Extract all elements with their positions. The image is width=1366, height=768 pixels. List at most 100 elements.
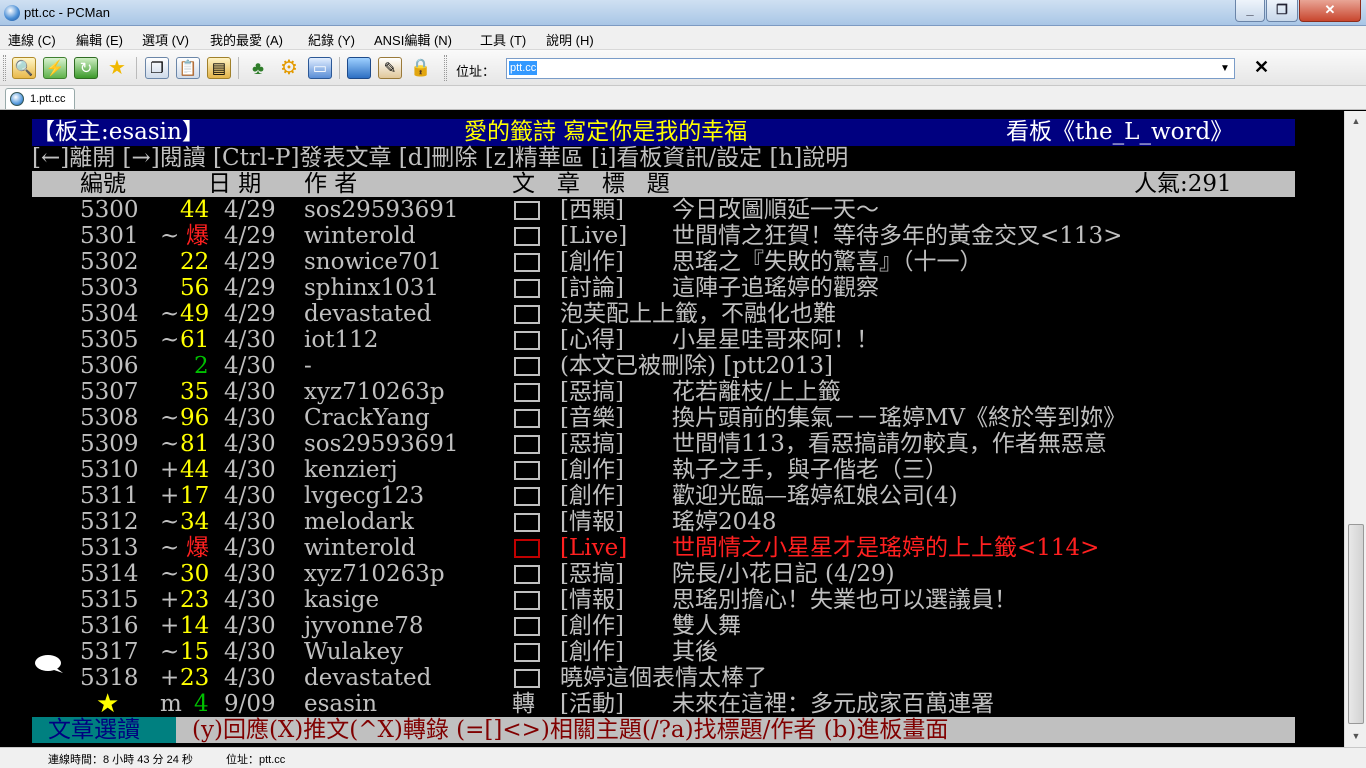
connection-time: 連線時間：8 小時 43 分 24 秒 [48, 754, 193, 766]
read-status-box [514, 357, 540, 376]
address-dropdown-icon[interactable]: ▼ [1218, 61, 1232, 76]
article-number: 5318 [80, 665, 139, 691]
article-date: 4/29 [224, 249, 276, 275]
article-author: esasin [304, 691, 378, 717]
menu-help[interactable]: 說明 (H) [546, 30, 594, 49]
article-category: [情報] [560, 587, 624, 613]
article-date: 4/30 [224, 561, 276, 587]
read-status-box [514, 201, 540, 220]
article-row[interactable]: 5306 2 4/30 - (本文已被刪除) [ptt2013] [0, 353, 1344, 379]
article-number: 5304 [80, 301, 139, 327]
menu-connection[interactable]: 連線 (C) [8, 30, 56, 49]
emoticon-icon[interactable]: ✎ [378, 57, 402, 79]
maximize-button[interactable]: ❐ [1266, 0, 1298, 22]
article-row[interactable]: 5318 +23 4/30 devastated 曉婷這個表情太棒了 [0, 665, 1344, 691]
address-box[interactable]: ptt.cc ▼ [506, 58, 1235, 79]
article-row[interactable]: ★ m 4 9/09 esasin 轉 [活動] 未來在這裡：多元成家百萬連署 [0, 691, 1344, 717]
article-date: 4/30 [224, 665, 276, 691]
terminal-screen[interactable]: 【板主:esasin】 愛的籤詩 寫定你是我的幸福 看板《the_L_word》… [0, 111, 1344, 747]
picture-icon[interactable] [347, 57, 371, 79]
footer-mode: 文章選讀 [48, 717, 140, 743]
article-row[interactable]: 5315 +23 4/30 kasige [情報] 思瑤別擔心！失業也可以選議員！ [0, 587, 1344, 613]
copy-icon[interactable]: ❐ [145, 57, 169, 79]
article-row[interactable]: 5302 22 4/29 snowice701 [創作] 思瑤之『失敗的驚喜』（十一） [0, 249, 1344, 275]
article-mark: ~ [160, 639, 180, 665]
article-row[interactable]: 5307 35 4/30 xyz710263p [惡搞] 花若離枝/上上籤 [0, 379, 1344, 405]
article-number: 5310 [80, 457, 139, 483]
popularity: 人氣:291 [1134, 171, 1232, 197]
article-row[interactable]: 5304 ~49 4/29 devastated 泡芙配上上籤，不融化也難 [0, 301, 1344, 327]
article-number: 5301 [80, 223, 139, 249]
article-category: [Live] [560, 223, 628, 249]
close-connection-icon[interactable]: ✕ [1254, 57, 1269, 78]
status-address: 位址：ptt.cc [226, 754, 286, 766]
scroll-down-icon[interactable]: ▼ [1348, 728, 1364, 744]
article-row[interactable]: 5317 ~15 4/30 Wulakey [創作] 其後 [0, 639, 1344, 665]
article-row[interactable]: 5311 +17 4/30 lvgecg123 [創作] 歡迎光臨—瑤婷紅娘公司(4) [0, 483, 1344, 509]
article-author: sos29593691 [304, 197, 459, 223]
article-category: [西顆] [560, 197, 624, 223]
tab-connection[interactable]: 1.ptt.cc [5, 88, 75, 109]
article-row[interactable]: 5310 +44 4/30 kenzierj [創作] 執子之手，與子偕老（三） [0, 457, 1344, 483]
column-author: 作 者 [304, 171, 358, 197]
paste-icon[interactable]: 📋 [176, 57, 200, 79]
article-mark: ~ [160, 509, 180, 535]
article-mark: ~ [160, 223, 180, 249]
article-date: 4/30 [224, 431, 276, 457]
article-mark: ~ [160, 561, 180, 587]
article-author: winterold [304, 535, 416, 561]
article-row[interactable]: 5301 ~ 爆 4/29 winterold [Live] 世間情之狂賀！等待多年的黃金交… [0, 223, 1344, 249]
toolbar: 🔍 ⚡ ↻ ★ ❐ 📋 ▤ ♣ ⚙ ▭ ✎ 🔒 位址： ptt.cc ▼ ✕ [0, 50, 1366, 86]
menu-edit[interactable]: 編輯 (E) [76, 30, 123, 49]
address-input[interactable]: ptt.cc [509, 61, 538, 75]
article-title: 其後 [672, 639, 718, 665]
article-category: [創作] [560, 249, 624, 275]
article-mark: + [160, 613, 180, 639]
article-title: 花若離枝/上上籤 [672, 379, 841, 405]
pcman-app-icon [4, 5, 20, 21]
help-text: [←]離開 [→]閱讀 [Ctrl-P]發表文章 [d]刪除 [z]精華區 [i… [32, 145, 849, 171]
settings-icon[interactable]: ⚙ [277, 57, 301, 79]
menu-favorites[interactable]: 我的最愛 (A) [210, 30, 283, 49]
article-mark: ~ [160, 301, 180, 327]
favorites-icon[interactable]: ★ [105, 57, 129, 79]
close-window-button[interactable]: ✕ [1299, 0, 1361, 22]
minimize-button[interactable]: _ [1235, 0, 1265, 22]
footer-help: (y)回應(X)推文(^X)轉錄 (=[]<>)相關主題(/?a)找標題/作者 … [192, 717, 949, 743]
copy-with-color-icon[interactable]: ▤ [207, 57, 231, 79]
menu-log[interactable]: 紀錄 (Y) [308, 30, 355, 49]
lock-icon[interactable]: 🔒 [409, 57, 433, 79]
article-row[interactable]: 5303 56 4/29 sphinx1031 [討論] 這陣子追瑤婷的觀察 [0, 275, 1344, 301]
vertical-scrollbar[interactable]: ▲ ▼ [1344, 111, 1366, 747]
toolbar-grip[interactable] [3, 55, 6, 81]
article-title: 曉婷這個表情太棒了 [560, 665, 767, 691]
push-count: 14 [180, 613, 210, 639]
menu-ansi-editor[interactable]: ANSI編輯 (N) [374, 30, 452, 49]
article-author: xyz710263p [304, 561, 445, 587]
article-row[interactable]: 5308 ~96 4/30 CrackYang [音樂] 換片頭前的集氣－－瑤婷MV《終於… [0, 405, 1344, 431]
article-row[interactable]: 5300 44 4/29 sos29593691 [西顆] 今日改圖順延一天～ [0, 197, 1344, 223]
article-row[interactable]: 5312 ~34 4/30 melodark [情報] 瑤婷2048 [0, 509, 1344, 535]
article-number: 5315 [80, 587, 139, 613]
font-icon[interactable]: ♣ [246, 57, 270, 79]
reconnect-icon[interactable]: ↻ [74, 57, 98, 79]
menu-options[interactable]: 選項 (V) [142, 30, 189, 49]
article-row-selected[interactable]: 5313 ~ 爆 4/30 winterold [Live] 世間情之小星星才是瑤婷的上上籤… [0, 535, 1344, 561]
ansi-editor-icon[interactable]: ▭ [308, 57, 332, 79]
menu-tools[interactable]: 工具 (T) [480, 30, 526, 49]
article-row[interactable]: 5309 ~81 4/30 sos29593691 [惡搞] 世間情113，看惡搞請勿較真… [0, 431, 1344, 457]
article-row[interactable]: 5316 +14 4/30 jyvonne78 [創作] 雙人舞 [0, 613, 1344, 639]
scroll-up-icon[interactable]: ▲ [1348, 113, 1364, 129]
quick-connect-icon[interactable]: ⚡ [43, 57, 67, 79]
connect-icon[interactable]: 🔍 [12, 57, 36, 79]
address-bar-grip[interactable] [444, 55, 447, 81]
scroll-thumb[interactable] [1348, 524, 1364, 724]
menu-bar: 連線 (C) 編輯 (E) 選項 (V) 我的最愛 (A) 紀錄 (Y) ANS… [0, 26, 1366, 50]
article-category: [惡搞] [560, 431, 624, 457]
article-category: [創作] [560, 639, 624, 665]
article-category: [惡搞] [560, 561, 624, 587]
article-row[interactable]: 5314 ~30 4/30 xyz710263p [惡搞] 院長/小花日記 (4/29) [0, 561, 1344, 587]
read-status-box [514, 331, 540, 350]
article-date: 4/30 [224, 353, 276, 379]
article-row[interactable]: 5305 ~61 4/30 iot112 [心得] 小星星哇哥來阿！！ [0, 327, 1344, 353]
